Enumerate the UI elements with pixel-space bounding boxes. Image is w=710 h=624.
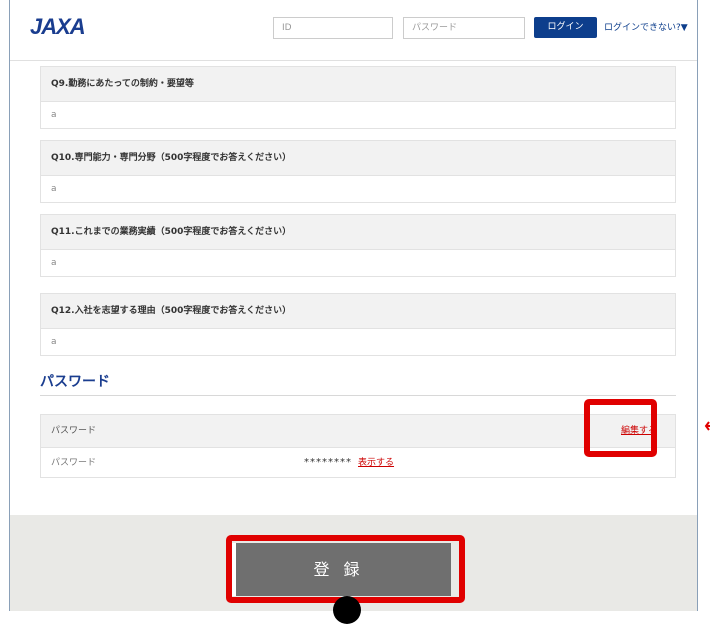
- question-q11: Q11.これまでの業務実績（500字程度でお答えください） a: [40, 214, 676, 277]
- question-label: Q10.専門能力・専門分野（500字程度でお答えください）: [41, 141, 675, 176]
- question-answer: a: [41, 250, 675, 276]
- question-answer: a: [41, 102, 675, 128]
- password-header-label: パスワード: [51, 426, 97, 436]
- submit-button[interactable]: 登録: [232, 543, 451, 596]
- cant-login-link[interactable]: ログインできない?▼: [604, 20, 688, 33]
- login-button[interactable]: ログイン: [534, 17, 597, 38]
- pointer-dot-icon: [333, 596, 361, 624]
- password-header: パスワード 編集する: [41, 415, 675, 448]
- show-password-link[interactable]: 表示する: [358, 448, 394, 478]
- masked-password: ********: [304, 457, 352, 468]
- question-q10: Q10.専門能力・専門分野（500字程度でお答えください） a: [40, 140, 676, 203]
- jaxa-logo[interactable]: JAXA: [30, 14, 86, 40]
- question-q12: Q12.入社を志望する理由（500字程度でお答えください） a: [40, 293, 676, 356]
- question-label: Q12.入社を志望する理由（500字程度でお答えください）: [41, 294, 675, 329]
- password-section-title: パスワード: [40, 374, 110, 390]
- page-frame: JAXA ID パスワード ログイン ログインできない?▼ Q9.勤務にあたって…: [9, 0, 698, 611]
- section-divider: [40, 395, 676, 396]
- question-answer: a: [41, 176, 675, 202]
- edit-link[interactable]: 編集する: [621, 415, 657, 447]
- password-row-label: パスワード: [51, 458, 97, 468]
- question-answer: a: [41, 329, 675, 355]
- password-row: パスワード ******** 表示する: [41, 448, 675, 478]
- top-header: JAXA ID パスワード ログイン ログインできない?▼: [10, 0, 697, 61]
- question-label: Q9.勤務にあたっての制約・要望等: [41, 67, 675, 102]
- question-label: Q11.これまでの業務実績（500字程度でお答えください）: [41, 215, 675, 250]
- id-input[interactable]: ID: [273, 17, 393, 39]
- question-q9: Q9.勤務にあたっての制約・要望等 a: [40, 66, 676, 129]
- password-input[interactable]: パスワード: [403, 17, 525, 39]
- password-block: パスワード 編集する パスワード ******** 表示する: [40, 414, 676, 478]
- arrow-left-icon: [704, 421, 710, 431]
